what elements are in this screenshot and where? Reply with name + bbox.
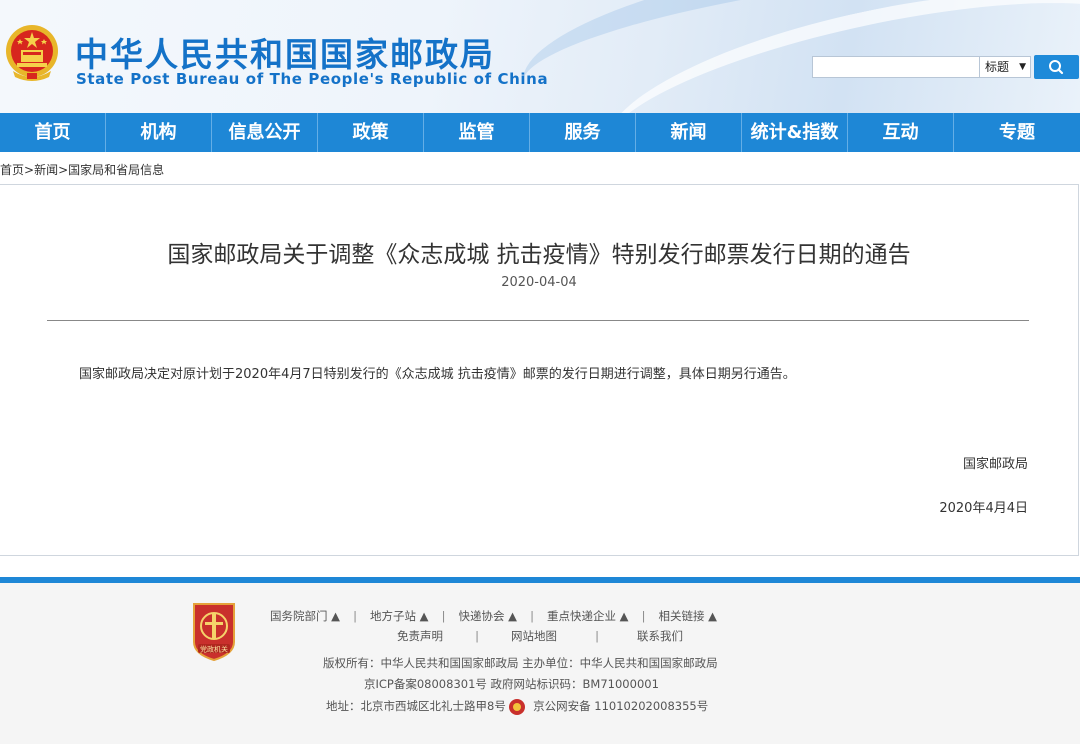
article-panel: 国家邮政局关于调整《众志成城 抗击疫情》特别发行邮票发行日期的通告 2020-0… [0,184,1079,556]
breadcrumb-home[interactable]: 首页 [0,163,24,177]
footer-links: 国务院部门 ▲ | 地方子站 ▲ | 快递协会 ▲ | 重点快递企业 ▲ | 相… [270,606,717,646]
search-input[interactable] [812,56,980,78]
party-government-badge-icon[interactable]: 党政机关 [190,602,238,662]
nav-item-info-disclosure[interactable]: 信息公开 [212,113,318,152]
footer-link-express-association[interactable]: 快递协会 ▲ [459,606,518,626]
nav-item-news[interactable]: 新闻 [636,113,742,152]
breadcrumb: 首页>新闻>国家局和省局信息 [0,161,164,178]
footer-icp: 京ICP备案08008301号 政府网站标识码：BM71000001 [364,677,659,691]
footer-link-key-express-companies[interactable]: 重点快递企业 ▲ [547,606,629,626]
divider [47,320,1029,321]
footer-police-record[interactable]: 京公网安备 11010202008355号 [533,699,708,713]
footer-link-disclaimer[interactable]: 免责声明 [397,626,443,646]
footer-link-related-links[interactable]: 相关链接 ▲ [659,606,718,626]
nav-item-home[interactable]: 首页 [0,113,106,152]
footer-copyright: 版权所有：中华人民共和国国家邮政局 主办单位：中华人民共和国国家邮政局 [323,656,718,670]
search-scope-select[interactable]: 标题 ▼ [979,56,1031,78]
footer-address-line: 地址：北京市西城区北礼士路甲8号 京公网安备 11010202008355号 [326,698,708,715]
footer-links-row: 国务院部门 ▲ | 地方子站 ▲ | 快递协会 ▲ | 重点快递企业 ▲ | 相… [270,606,717,626]
chevron-down-icon: ▼ [1019,62,1026,72]
nav-item-service[interactable]: 服务 [530,113,636,152]
article-signature: 国家邮政局 [962,457,1028,472]
search-icon [1049,60,1064,75]
article-date: 2020-04-04 [501,275,577,290]
article-body: 国家邮政局决定对原计划于2020年4月7日特别发行的《众志成城 抗击疫情》邮票的… [79,367,796,382]
national-emblem-icon[interactable] [3,23,61,83]
header-banner: 中华人民共和国国家邮政局 State Post Bureau of The Pe… [0,0,1080,113]
breadcrumb-separator: > [24,163,35,177]
site-title-english[interactable]: State Post Bureau of The People's Republ… [76,70,548,88]
footer-link-local-sites[interactable]: 地方子站 ▲ [370,606,429,626]
nav-item-topics[interactable]: 专题 [954,113,1080,152]
footer-address: 地址：北京市西城区北礼士路甲8号 [326,699,506,713]
nav-item-organization[interactable]: 机构 [106,113,212,152]
nav-item-statistics[interactable]: 统计&指数 [742,113,848,152]
main-nav: 首页 机构 信息公开 政策 监管 服务 新闻 统计&指数 互动 专题 [0,113,1080,152]
police-badge-icon [509,698,526,715]
article-title: 国家邮政局关于调整《众志成城 抗击疫情》特别发行邮票发行日期的通告 [167,242,911,268]
site-title-chinese[interactable]: 中华人民共和国国家邮政局 [75,28,495,76]
nav-item-supervision[interactable]: 监管 [424,113,530,152]
footer-link-contact[interactable]: 联系我们 [637,626,683,646]
search-scope-label: 标题 [985,60,1010,74]
footer-separator: | [353,609,357,623]
footer-separator: | [475,629,479,643]
article-sign-date: 2020年4月4日 [939,501,1028,516]
breadcrumb-separator: > [58,163,69,177]
footer-link-sitemap[interactable]: 网站地图 [511,626,557,646]
breadcrumb-current[interactable]: 国家局和省局信息 [68,163,164,177]
footer-separator: | [641,609,646,623]
footer-separator: | [595,629,599,643]
footer-separator: | [530,609,534,623]
nav-item-interaction[interactable]: 互动 [848,113,954,152]
footer-link-state-council[interactable]: 国务院部门 ▲ [270,606,340,626]
breadcrumb-news[interactable]: 新闻 [34,163,58,177]
nav-item-policy[interactable]: 政策 [318,113,424,152]
footer-links-row: 免责声明 | 网站地图 | 联系我们 [270,626,717,646]
search-button[interactable] [1034,55,1079,79]
badge-label: 党政机关 [200,645,228,654]
footer-separator: | [441,609,446,623]
footer: 党政机关 国务院部门 ▲ | 地方子站 ▲ | 快递协会 ▲ | 重点快递企业 … [0,583,1080,744]
